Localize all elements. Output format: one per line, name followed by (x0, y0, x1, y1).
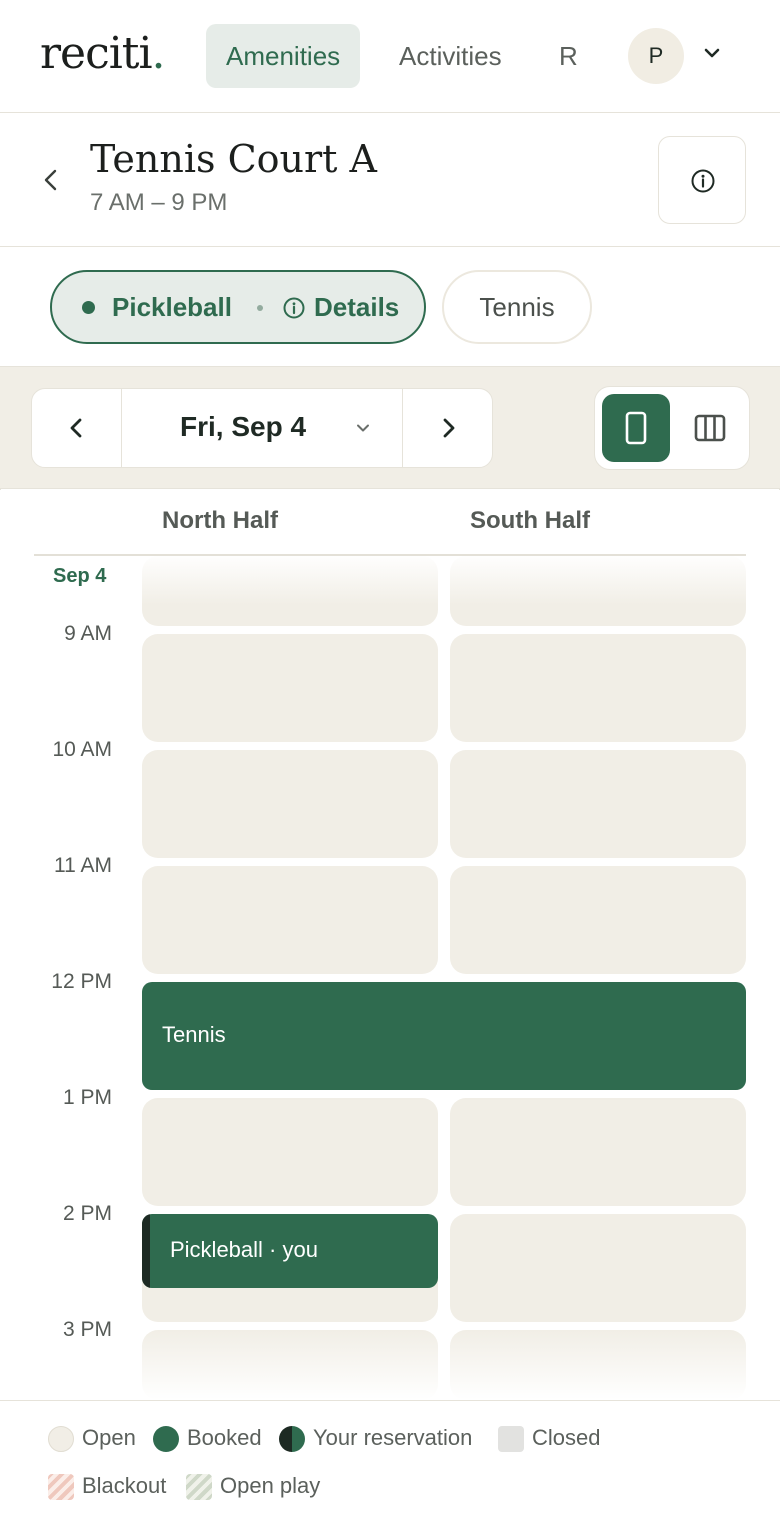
nav-tab-amenities[interactable]: Amenities (206, 24, 361, 88)
page-title: Tennis Court A (90, 137, 377, 181)
open-slot[interactable] (450, 1330, 746, 1400)
time-label: 1 PM (62, 1086, 112, 1109)
blackout-swatch (48, 1474, 74, 1500)
chevron-down-icon[interactable] (701, 42, 723, 64)
my-reservation-pickleball[interactable]: Pickleball · you (142, 1214, 438, 1288)
info-icon[interactable] (282, 296, 306, 320)
legend-label: Blackout (82, 1473, 167, 1498)
chevron-right-icon (443, 418, 455, 438)
legend-label: Open (82, 1425, 136, 1450)
open-slot[interactable] (450, 1098, 746, 1206)
open-play-swatch (186, 1474, 212, 1500)
open-slot[interactable] (142, 556, 438, 626)
time-label: 10 AM (52, 738, 112, 761)
date-navigator: Fri, Sep 4 (31, 388, 493, 468)
open-slot[interactable] (450, 866, 746, 974)
multi-column-view-button[interactable] (677, 394, 743, 462)
chevron-left-icon (70, 418, 82, 438)
top-nav: reciti. Amenities Activities R P (0, 0, 780, 113)
separator-dot (257, 305, 263, 311)
info-icon (691, 169, 715, 193)
own-reservation-marker (142, 1214, 150, 1288)
logo[interactable]: reciti. (40, 28, 166, 79)
calendar-grid: North Half South Half Sep 4 9 AM 10 AM 1… (0, 490, 780, 1400)
selected-date: Fri, Sep 4 (180, 411, 307, 442)
info-button[interactable] (658, 136, 746, 224)
details-link[interactable]: Details (314, 292, 399, 323)
next-day-button[interactable] (402, 389, 492, 467)
your-reservation-swatch (279, 1426, 305, 1452)
open-slot[interactable] (142, 1098, 438, 1206)
booked-swatch (153, 1426, 179, 1452)
chip-tennis[interactable]: Tennis (442, 270, 592, 344)
avatar[interactable]: P (628, 28, 684, 84)
chip-pickleball[interactable]: Pickleball Details (50, 270, 426, 344)
open-swatch (48, 1426, 74, 1452)
open-slot[interactable] (450, 1214, 746, 1322)
legend-label: Closed (532, 1425, 601, 1450)
logo-dot: . (151, 28, 166, 79)
view-toggle (594, 386, 750, 470)
open-slot[interactable] (450, 750, 746, 858)
open-slot[interactable] (142, 1330, 438, 1400)
date-toolbar: Fri, Sep 4 (0, 367, 780, 489)
nav-tab-more[interactable]: R (559, 24, 581, 88)
legend-label: Booked (187, 1425, 262, 1450)
columns-icon (694, 414, 726, 442)
booking-label: Pickleball · you (170, 1237, 318, 1262)
chip-pickleball-label: Pickleball (112, 292, 232, 322)
legend-label: Your reservation (313, 1425, 473, 1450)
day-label: Sep 4 (53, 565, 107, 587)
legend-label: Open play (220, 1473, 321, 1498)
time-label: 12 PM (51, 970, 112, 993)
column-header-south: South Half (470, 507, 590, 534)
open-slot[interactable] (142, 750, 438, 858)
phone-view-icon (625, 411, 647, 445)
amenity-header: Tennis Court A 7 AM – 9 PM (0, 113, 780, 247)
open-slot[interactable] (142, 634, 438, 742)
single-column-view-button[interactable] (602, 394, 670, 462)
previous-day-button[interactable] (32, 389, 122, 467)
booking-tennis[interactable]: Tennis (142, 982, 746, 1090)
closed-swatch (498, 1426, 524, 1452)
chevron-down-icon (357, 424, 369, 432)
logo-text: reciti (40, 28, 153, 79)
open-slot[interactable] (450, 634, 746, 742)
activity-chips: Pickleball Details Tennis (0, 247, 780, 367)
booking-label: Tennis (162, 1022, 226, 1047)
open-slot[interactable] (450, 556, 746, 626)
date-picker[interactable]: Fri, Sep 4 (122, 389, 404, 467)
column-header-north: North Half (162, 507, 278, 534)
open-slot[interactable] (142, 866, 438, 974)
time-label: 3 PM (62, 1318, 112, 1341)
time-label: 9 AM (64, 622, 112, 645)
active-dot-icon (82, 301, 95, 314)
time-label: 2 PM (62, 1202, 112, 1225)
back-chevron-icon[interactable] (36, 165, 66, 195)
time-label: 11 AM (54, 854, 112, 877)
opening-hours: 7 AM – 9 PM (90, 189, 228, 216)
nav-tab-activities[interactable]: Activities (379, 24, 522, 88)
legend: Open Booked Your reservation Closed Blac… (0, 1400, 780, 1520)
